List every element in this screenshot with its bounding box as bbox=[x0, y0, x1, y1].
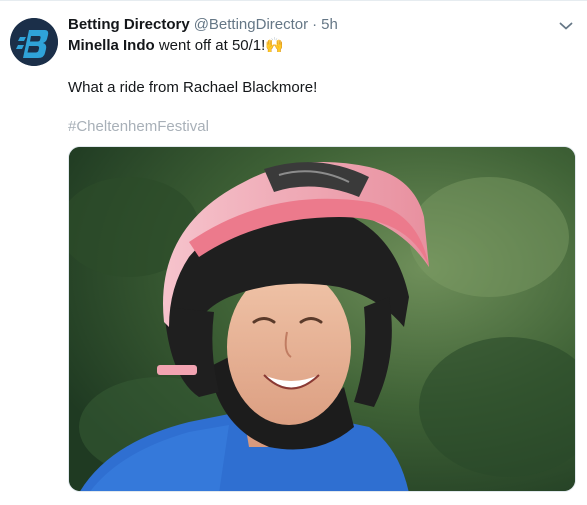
betting-directory-logo-icon bbox=[10, 18, 58, 66]
tweet-text-line2: What a ride from Rachael Blackmore! bbox=[68, 79, 318, 96]
chevron-down-icon[interactable] bbox=[559, 21, 573, 31]
author-handle[interactable]: @BettingDirector bbox=[194, 16, 308, 33]
tweet-header: Betting Directory @BettingDirector · 5h bbox=[68, 15, 338, 35]
separator-dot: · bbox=[312, 16, 318, 33]
hashtag-link[interactable]: #CheltenhemFestival bbox=[68, 117, 209, 137]
avatar[interactable] bbox=[10, 18, 58, 66]
tweet-text-line1: Minella Indo went off at 50/1!🙌 bbox=[68, 36, 284, 56]
tweet-photo[interactable] bbox=[68, 146, 576, 492]
jockey-photo bbox=[69, 147, 575, 491]
tweet-text-bold: Minella Indo bbox=[68, 37, 155, 54]
author-name[interactable]: Betting Directory bbox=[68, 16, 190, 33]
raised-hands-emoji: 🙌 bbox=[265, 37, 284, 54]
tweet[interactable]: Betting Directory @BettingDirector · 5h Min… bbox=[0, 0, 587, 505]
tweet-text-rest: went off at 50/1! bbox=[154, 37, 266, 54]
timestamp[interactable]: 5h bbox=[321, 16, 338, 33]
